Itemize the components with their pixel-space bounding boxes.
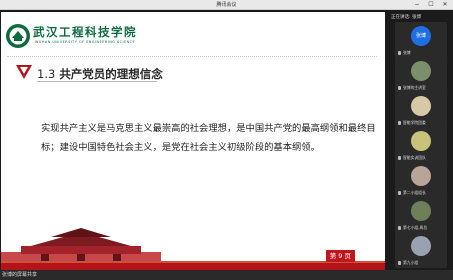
triangle-icon [16, 65, 32, 79]
mic-icon [398, 226, 401, 230]
emblem-icon [6, 24, 30, 48]
page-number: 第 9 页 [325, 250, 355, 262]
shared-slide: 武汉工程科技学院 WUHAN UNIVERSITY OF ENGINEERING… [1, 12, 385, 270]
university-name-en: WUHAN UNIVERSITY OF ENGINEERING SCIENCE [35, 40, 136, 44]
minimize-icon[interactable]: − [413, 1, 421, 9]
participant-tile[interactable]: 第九小组 [395, 232, 447, 268]
avatar [411, 131, 431, 151]
participant-tile[interactable]: 张博 张博 [395, 22, 447, 58]
footer-band [1, 263, 385, 270]
avatar: 张博 [411, 26, 431, 46]
avatar [411, 166, 431, 186]
slide-footer: 第 9 页 [1, 228, 385, 270]
participant-name: 张博的主讲室 [398, 85, 426, 91]
screen-share-label: 张博的屏幕共享 [2, 272, 38, 278]
status-bar: 张博的屏幕共享 [0, 270, 453, 280]
participant-tile[interactable]: 第七小组-周总 [395, 197, 447, 233]
mic-icon [398, 121, 401, 125]
mic-icon [398, 191, 401, 195]
slide-body-text: 实现共产主义是马克思主义最崇高的社会理想，是中国共产党的最高纲领和最终目标；建设… [41, 123, 376, 153]
mic-icon [398, 51, 401, 55]
tiananmen-illustration [1, 228, 161, 264]
participant-name: 智能学院团委 [398, 120, 426, 126]
window-title: 腾讯会议 [216, 2, 237, 8]
participant-tile[interactable]: 张博的主讲室 [395, 57, 447, 93]
participant-name: 第七小组-周总 [398, 225, 427, 231]
participant-name: 张博 [398, 50, 411, 56]
avatar [411, 236, 431, 256]
participant-tile[interactable]: 智能学院团委 [395, 92, 447, 128]
participant-tile[interactable]: 智能实训团队 [395, 127, 447, 163]
participant-name: 第九小组 [398, 260, 418, 266]
university-name-cn: 武汉工程科技学院 [33, 25, 137, 39]
participant-name: 第二小组组长 [398, 190, 426, 196]
university-logo: 武汉工程科技学院 WUHAN UNIVERSITY OF ENGINEERING… [5, 21, 155, 57]
participants-panel: 正在讲话: 张博 张博 张博张博的主讲室 智能学院团委 智能实训团队 第二小组组长 第七小… [389, 12, 453, 270]
app-window: 腾讯会议 − ☐ ✕ 武汉工程科技学院 WUHAN UNIVERSITY OF … [0, 0, 453, 280]
slide-heading: 1.3 共产党员的理想信念 [15, 56, 215, 88]
avatar [411, 201, 431, 221]
mic-icon [398, 156, 401, 160]
title-bar: 腾讯会议 − ☐ ✕ [0, 0, 453, 10]
avatar [411, 96, 431, 116]
avatar [411, 61, 431, 81]
mic-icon [398, 86, 401, 90]
mic-icon [398, 261, 401, 265]
heading-underline [37, 81, 157, 82]
participant-tile[interactable]: 第二小组组长 [395, 162, 447, 198]
speaking-indicator: 正在讲话: 张博 [391, 15, 421, 20]
close-icon[interactable]: ✕ [441, 1, 449, 9]
heading-text: 共产党员的理想信念 [59, 67, 163, 81]
maximize-icon[interactable]: ☐ [427, 1, 435, 9]
participant-name: 智能实训团队 [398, 155, 426, 161]
heading-number: 1.3 [37, 67, 56, 81]
